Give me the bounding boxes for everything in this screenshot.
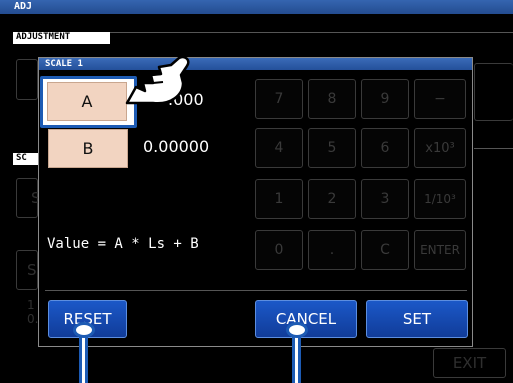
hand-pointer-icon bbox=[121, 53, 201, 109]
bg-button-s[interactable]: S bbox=[16, 178, 41, 218]
b-value: 0.00000 bbox=[143, 137, 210, 156]
key-enter[interactable]: ENTER bbox=[414, 230, 466, 270]
key-0[interactable]: 0 bbox=[255, 230, 303, 270]
bg-value-2: 0. bbox=[27, 312, 39, 326]
bg-divider-right bbox=[474, 148, 513, 149]
cancel-callout-marker bbox=[286, 322, 308, 338]
bg-button-1[interactable] bbox=[16, 59, 38, 100]
b-button[interactable]: B bbox=[48, 129, 128, 168]
key-minus[interactable]: − bbox=[414, 79, 466, 119]
key-x10-3[interactable]: x10³ bbox=[414, 128, 466, 168]
bg-button-sc[interactable]: SC bbox=[16, 250, 47, 290]
keypad: 7 8 9 − 4 5 6 x10³ 1 2 3 1/10³ 0 . C ENT… bbox=[255, 79, 469, 270]
key-3[interactable]: 3 bbox=[361, 179, 409, 219]
panel-divider bbox=[110, 32, 513, 33]
exit-button[interactable]: EXIT bbox=[433, 348, 506, 378]
formula-text: Value = A * Ls + B bbox=[47, 236, 199, 252]
key-1[interactable]: 1 bbox=[255, 179, 303, 219]
bg-button-right[interactable] bbox=[474, 63, 513, 121]
panel-header: ADJUSTMENT bbox=[13, 32, 110, 44]
cancel-callout-line bbox=[292, 331, 301, 383]
a-button[interactable]: A bbox=[47, 82, 127, 121]
key-4[interactable]: 4 bbox=[255, 128, 303, 168]
bg-section-header: SC bbox=[13, 153, 38, 165]
key-7[interactable]: 7 bbox=[255, 79, 303, 119]
key-6[interactable]: 6 bbox=[361, 128, 409, 168]
key-8[interactable]: 8 bbox=[308, 79, 356, 119]
key-9[interactable]: 9 bbox=[361, 79, 409, 119]
key-dot[interactable]: . bbox=[308, 230, 356, 270]
key-div-10-3[interactable]: 1/10³ bbox=[414, 179, 466, 219]
key-2[interactable]: 2 bbox=[308, 179, 356, 219]
reset-callout-marker bbox=[73, 322, 95, 338]
window-title: ADJ bbox=[0, 0, 513, 14]
key-5[interactable]: 5 bbox=[308, 128, 356, 168]
dialog-title: SCALE 1 bbox=[39, 58, 472, 70]
key-clear[interactable]: C bbox=[361, 230, 409, 270]
reset-callout-line bbox=[79, 331, 88, 383]
bg-value-1: 1 bbox=[27, 298, 35, 312]
dialog-divider bbox=[45, 290, 467, 291]
set-button[interactable]: SET bbox=[366, 300, 468, 338]
